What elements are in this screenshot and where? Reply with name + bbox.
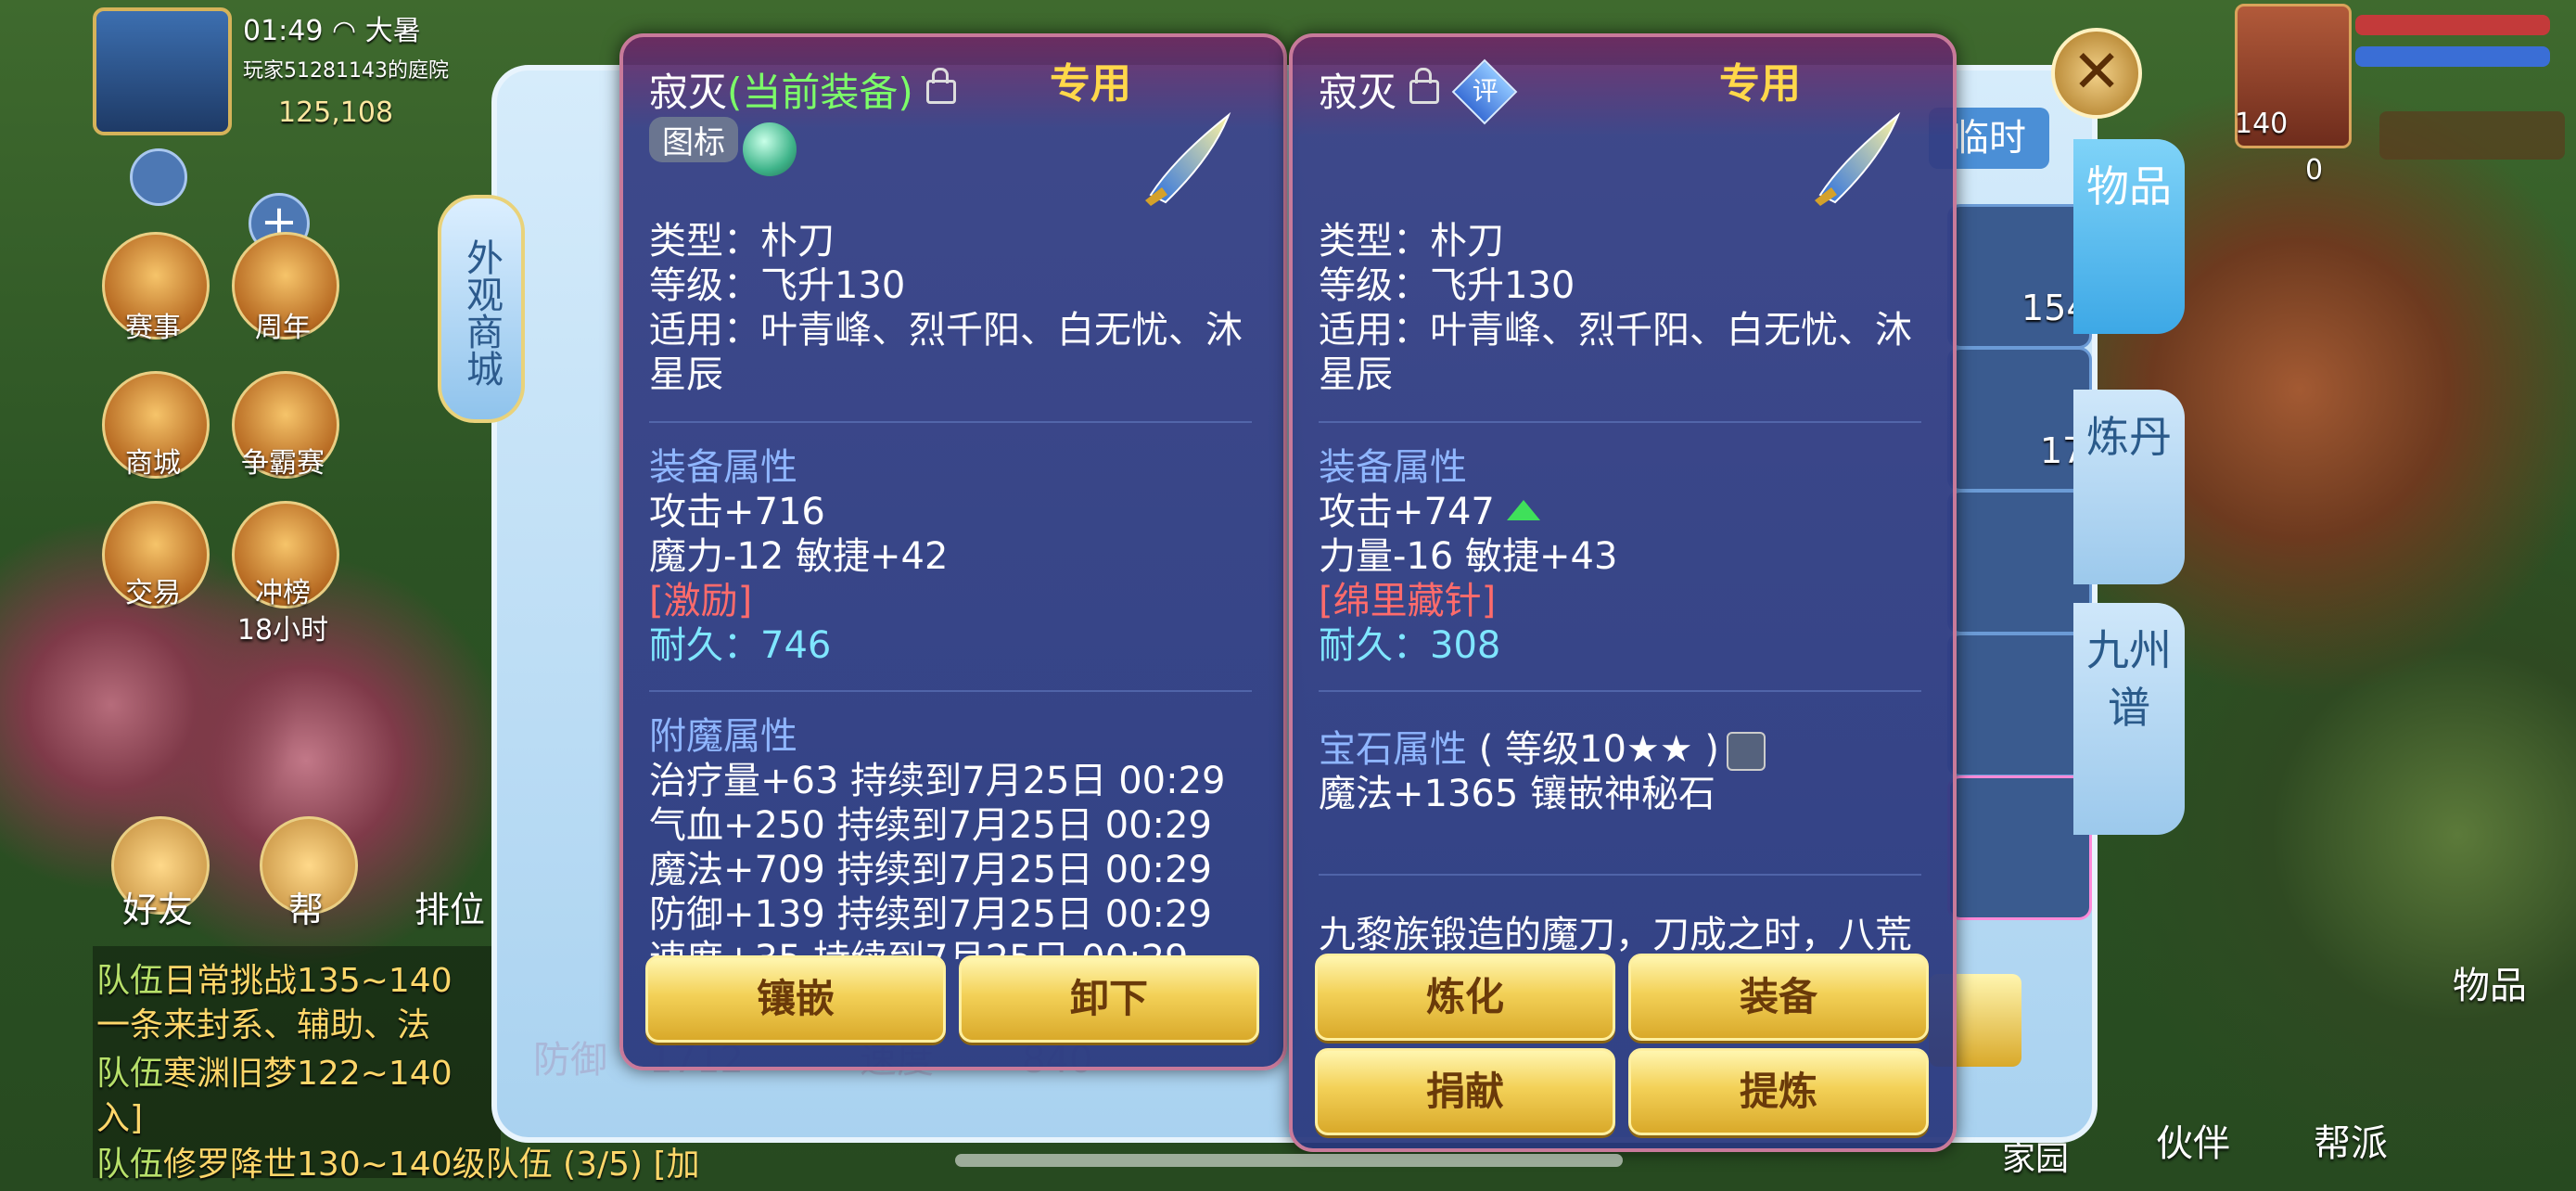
gem-icon [1726, 732, 1766, 771]
buff-icons[interactable] [2379, 111, 2565, 160]
exclusive-label: 专用 [1050, 60, 1131, 108]
item-fit: 适用：叶青峰、烈千阳、白无忧、沐 [1319, 309, 1912, 352]
event-label: 赛事 [125, 312, 181, 344]
chat-line: 队伍日常挑战135~140 [96, 962, 453, 1000]
mall-label: 商城 [125, 447, 181, 480]
player-level: 140 [2235, 108, 2289, 140]
attr-header: 装备属性 [1319, 446, 1467, 489]
home-indicator[interactable] [955, 1154, 1623, 1167]
exclusive-label: 专用 [1719, 60, 1801, 108]
tab-jiuzhou[interactable]: 九州谱 [2073, 603, 2185, 835]
menu-partner-label[interactable]: 伙伴 [2133, 1113, 2253, 1167]
inventory-slot-selected[interactable] [1947, 775, 2092, 920]
attr-line: 力量-16 敏捷+43 [1319, 535, 1618, 578]
item-fit-cont: 星辰 [1319, 353, 1393, 396]
attr-line: 攻击+747 [1319, 490, 1540, 534]
current-item-tooltip: 寂灭(当前装备) 专用 图标 类型：朴刀 等级：飞升130 适用：叶青峰、烈千阳… [619, 33, 1287, 1070]
hp-bar [2355, 15, 2550, 35]
icon-badge-label: 图标 [649, 117, 738, 162]
unlock-icon[interactable] [1409, 67, 1440, 104]
enchant-line: 治疗量+63 持续到7月25日 00:29 [649, 760, 1226, 802]
item-level: 等级：飞升130 [649, 264, 906, 307]
equip-button[interactable]: 装备 [1628, 954, 1929, 1041]
menu-items-label[interactable]: 物品 [2429, 955, 2550, 1009]
mp-bar [2355, 46, 2550, 67]
stat-up-arrow-icon [1506, 500, 1540, 520]
refine-button[interactable]: 炼化 [1315, 954, 1615, 1041]
current-item-title: 寂灭(当前装备) [649, 61, 956, 118]
attr-line: 魔力-12 敏捷+42 [649, 535, 949, 578]
anniversary-label: 周年 [255, 312, 311, 344]
divider [649, 421, 1252, 423]
divider [1319, 874, 1921, 876]
evaluate-icon[interactable]: 评 [1451, 58, 1518, 124]
item-fit: 适用：叶青峰、烈千阳、白无忧、沐 [649, 309, 1243, 352]
appearance-mall-button[interactable]: 外观商城 [438, 195, 525, 423]
durability: 耐久：308 [1319, 624, 1501, 667]
gem-header: 宝石属性 ( 等级10★★ ) [1319, 727, 1766, 772]
tab-alchemy[interactable]: 炼丹 [2073, 390, 2185, 584]
item-fit-cont: 星辰 [649, 353, 723, 396]
menu-guild-label[interactable]: 帮派 [2290, 1113, 2411, 1167]
divider [1319, 690, 1921, 692]
enchant-line: 防御+139 持续到7月25日 00:29 [649, 893, 1212, 936]
compare-item-title: 寂灭评 [1319, 58, 1518, 124]
inventory-slot[interactable] [1947, 490, 2092, 634]
inlay-button[interactable]: 镶嵌 [645, 955, 946, 1043]
donate-button[interactable]: 捐献 [1315, 1048, 1615, 1135]
trade-label: 交易 [125, 577, 181, 609]
ranking-label: 冲榜 [255, 577, 311, 609]
enchant-header: 附魔属性 [649, 715, 797, 758]
chat-line: 队伍寒渊旧梦122~140 [96, 1055, 453, 1093]
extract-button[interactable]: 提炼 [1628, 1048, 1929, 1135]
item-level: 等级：飞升130 [1319, 264, 1575, 307]
item-type: 类型：朴刀 [649, 220, 835, 263]
compare-item-tooltip: 寂灭评 专用 类型：朴刀 等级：飞升130 适用：叶青峰、烈千阳、白无忧、沐 星… [1289, 33, 1957, 1152]
unlock-icon[interactable] [925, 67, 956, 104]
ranking-timer: 18小时 [236, 614, 329, 647]
friends-label: 好友 [121, 890, 193, 930]
enchant-line: 气血+250 持续到7月25日 00:29 [649, 804, 1212, 847]
hud-time-weather: 01:49 ◠ 大暑 [243, 15, 421, 47]
player-value: 0 [2305, 154, 2324, 186]
attr-line: 攻击+716 [649, 491, 825, 533]
defense-label: 防御 [533, 1039, 607, 1082]
special-effect: [激励] [649, 580, 753, 622]
chat-line: 入] [96, 1099, 144, 1137]
attr-header: 装备属性 [649, 446, 797, 489]
tournament-label: 争霸赛 [241, 447, 325, 480]
divider [1319, 421, 1921, 423]
player-avatar[interactable] [93, 7, 232, 135]
guild-label: 帮 [287, 890, 324, 930]
collapse-hud-button[interactable] [130, 148, 187, 206]
icon-toggle[interactable]: 图标 [649, 117, 797, 176]
enchant-line: 魔法+709 持续到7月25日 00:29 [649, 849, 1212, 891]
orb-icon [743, 122, 797, 176]
special-effect: [绵里藏针] [1319, 580, 1497, 622]
chat-line: 队伍修罗降世130~140级队伍 (3/5) [加 [96, 1146, 700, 1184]
close-button[interactable]: ✕ [2051, 28, 2142, 119]
hud-location: 玩家51281143的庭院 [243, 59, 449, 83]
blade-weapon-icon [1145, 111, 1231, 206]
unequip-button[interactable]: 卸下 [959, 955, 1259, 1043]
item-description: 九黎族锻造的魔刀，刀成之时，八荒 [1319, 914, 1912, 956]
divider [649, 690, 1252, 692]
inventory-slot[interactable] [1947, 633, 2092, 777]
item-type: 类型：朴刀 [1319, 220, 1504, 263]
gem-line: 魔法+1365 镶嵌神秘石 [1319, 773, 1716, 815]
hud-money: 125,108 [278, 96, 394, 129]
tab-items[interactable]: 物品 [2073, 139, 2185, 334]
chat-line: 一条来封系、辅助、法 [96, 1006, 431, 1044]
blade-weapon-icon [1815, 111, 1901, 206]
durability: 耐久：746 [649, 624, 832, 667]
